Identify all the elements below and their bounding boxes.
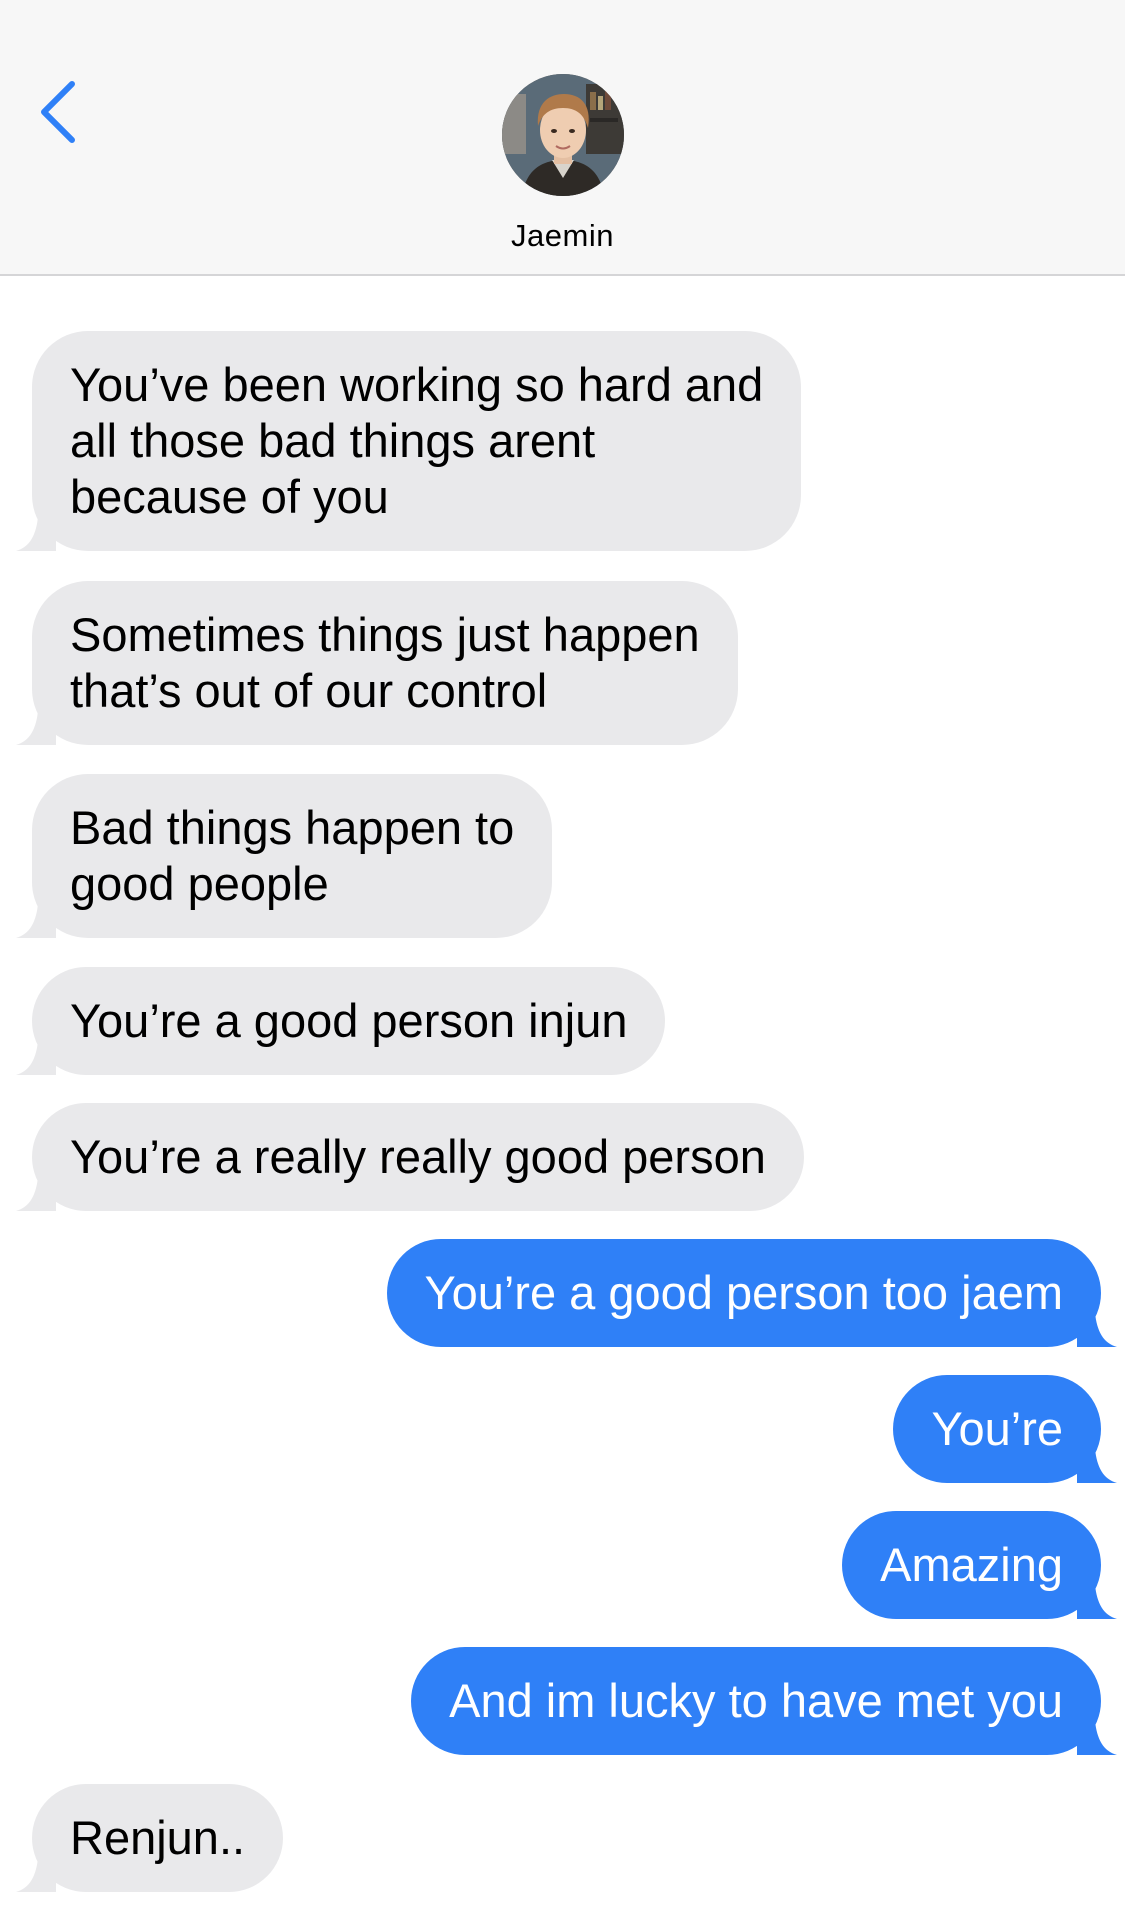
incoming-message[interactable]: Sometimes things just happen that’s out … (16, 581, 738, 745)
incoming-message[interactable]: You’re a good person injun (16, 967, 666, 1075)
incoming-message[interactable]: Renjun.. (16, 1784, 284, 1892)
message-line: that’s out of our control (70, 664, 548, 717)
outgoing-message[interactable]: And im lucky to have met you (411, 1647, 1117, 1755)
bubble-tail (16, 711, 56, 745)
message-line: good people (70, 857, 329, 910)
back-button[interactable] (28, 66, 98, 156)
message-line: Renjun.. (70, 1811, 246, 1864)
bubble-tail (16, 517, 56, 551)
chevron-left-icon (41, 81, 75, 143)
message-thread[interactable]: You’ve been working so hard and all thos… (0, 276, 1125, 1913)
message-line: Amazing (880, 1538, 1063, 1591)
bubble-tail (16, 1858, 56, 1892)
contact-name: Jaemin (511, 218, 614, 253)
outgoing-message[interactable]: You’re (893, 1375, 1117, 1483)
conversation-header: Jaemin (0, 0, 1125, 276)
avatar[interactable] (502, 74, 624, 196)
message-line: Bad things happen to (70, 801, 515, 854)
bubble-tail (1077, 1449, 1117, 1483)
incoming-message[interactable]: Bad things happen to good people (16, 774, 553, 938)
incoming-message[interactable]: You’re a really really good person (16, 1103, 804, 1211)
avatar-photo (502, 74, 624, 196)
message-line: Sometimes things just happen (70, 608, 700, 661)
message-line: because of you (70, 470, 389, 523)
message-line: You’re a good person injun (70, 994, 628, 1047)
message-line: You’re a good person too jaem (424, 1266, 1063, 1319)
message-line: You’re (931, 1402, 1063, 1455)
message-line: You’ve been working so hard and (70, 358, 764, 411)
outgoing-message[interactable]: You’re a good person too jaem (386, 1239, 1117, 1347)
message-line: You’re a really really good person (70, 1130, 766, 1183)
message-line: And im lucky to have met you (449, 1674, 1063, 1727)
bubble-tail (16, 904, 56, 938)
bubble-tail (16, 1177, 56, 1211)
bubble-tail (1077, 1313, 1117, 1347)
bubble-tail (1077, 1721, 1117, 1755)
incoming-message[interactable]: You’ve been working so hard and all thos… (16, 331, 802, 551)
message-line: all those bad things arent (70, 414, 596, 467)
bubble-tail (1077, 1585, 1117, 1619)
bubble-tail (16, 1041, 56, 1075)
outgoing-message[interactable]: Amazing (842, 1511, 1117, 1619)
